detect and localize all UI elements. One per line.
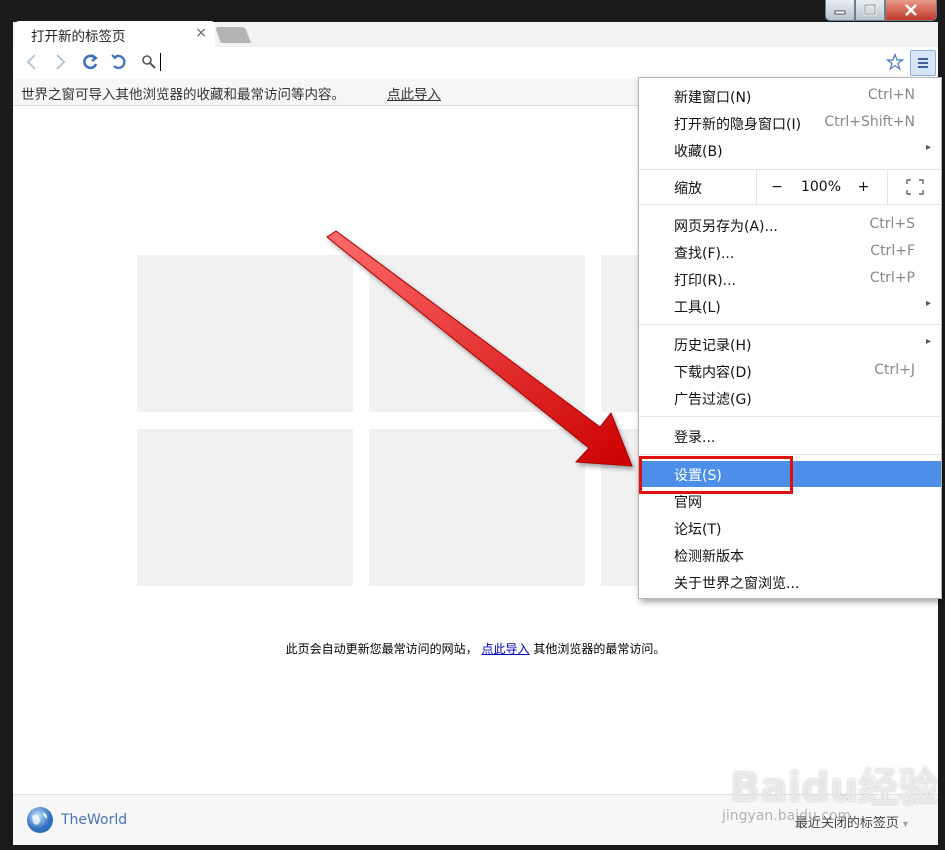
annotation-arrow-icon (326, 230, 633, 467)
